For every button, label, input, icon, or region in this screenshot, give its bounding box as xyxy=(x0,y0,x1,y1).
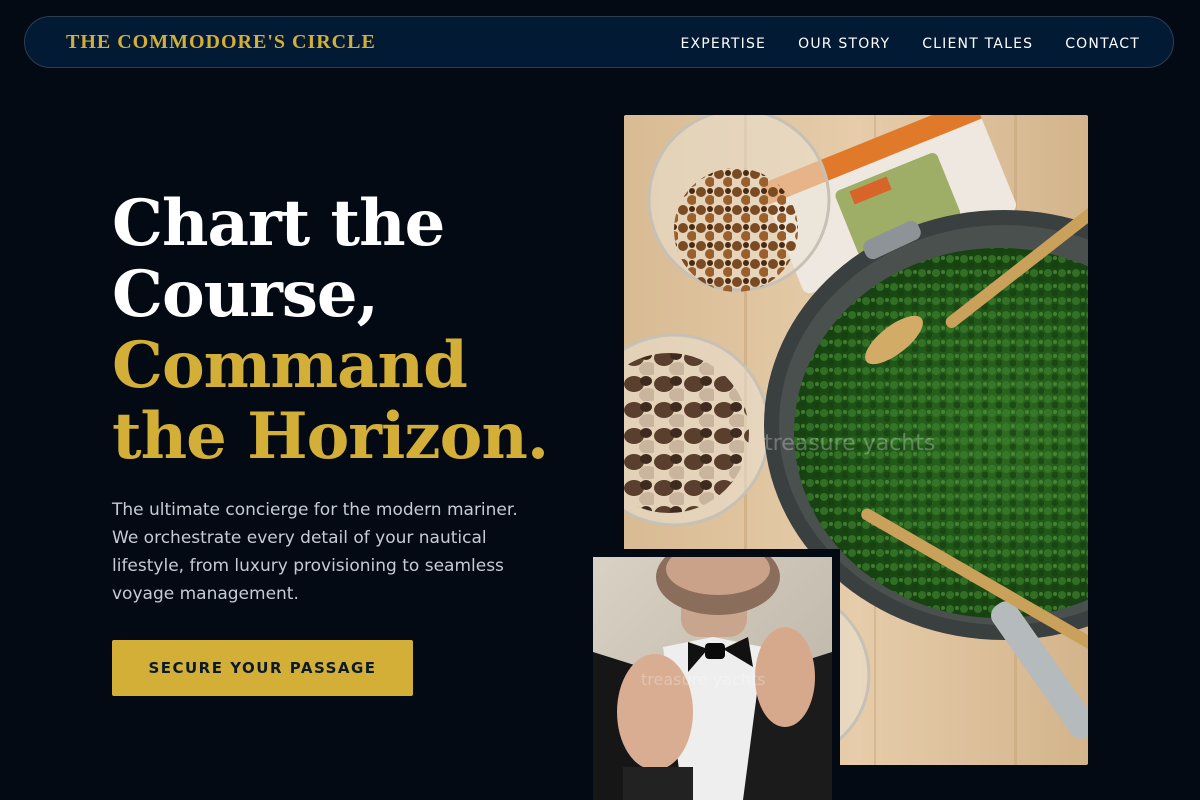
secure-passage-button[interactable]: SECURE YOUR PASSAGE xyxy=(112,640,413,696)
nav-menu: EXPERTISE OUR STORY CLIENT TALES CONTACT xyxy=(680,33,1140,52)
headline-line-4: the Horizon. xyxy=(112,399,549,474)
nav-item-our-story: OUR STORY xyxy=(798,33,890,52)
nav-link-expertise[interactable]: EXPERTISE xyxy=(680,36,766,52)
nav-link-our-story[interactable]: OUR STORY xyxy=(798,36,890,52)
nav-item-client-tales: CLIENT TALES xyxy=(922,33,1033,52)
nav-item-contact: CONTACT xyxy=(1065,33,1140,52)
nav-link-client-tales[interactable]: CLIENT TALES xyxy=(922,36,1033,52)
brand-logo-text[interactable]: THE COMMODORE'S CIRCLE xyxy=(66,31,376,54)
main-photo-watermark: treasure yachts xyxy=(764,431,935,456)
headline-line-3: Command xyxy=(112,328,468,403)
nav-item-expertise: EXPERTISE xyxy=(680,33,766,52)
hero-description: The ultimate concierge for the modern ma… xyxy=(112,496,567,608)
hero-description-line-2: We orchestrate every detail of your naut… xyxy=(112,528,487,548)
headline-line-1: Chart the xyxy=(112,186,445,261)
hero-description-line-1: The ultimate concierge for the modern ma… xyxy=(112,500,518,520)
hero-section: Chart the Course, Command the Horizon. T… xyxy=(112,188,582,608)
headline-line-2: Course, xyxy=(112,257,379,332)
nav-link-contact[interactable]: CONTACT xyxy=(1065,36,1140,52)
hero-description-line-3: lifestyle, from luxury provisioning to s… xyxy=(112,556,504,576)
hero-description-line-4: voyage management. xyxy=(112,584,299,604)
hero-headline: Chart the Course, Command the Horizon. xyxy=(112,188,582,472)
bow-tie-photo-frame: treasure yachts xyxy=(590,549,840,800)
top-navigation-bar: THE COMMODORE'S CIRCLE EXPERTISE OUR STO… xyxy=(24,16,1174,68)
secondary-photo-watermark: treasure yachts xyxy=(641,670,766,689)
bow-tie-photo: treasure yachts xyxy=(593,557,832,800)
